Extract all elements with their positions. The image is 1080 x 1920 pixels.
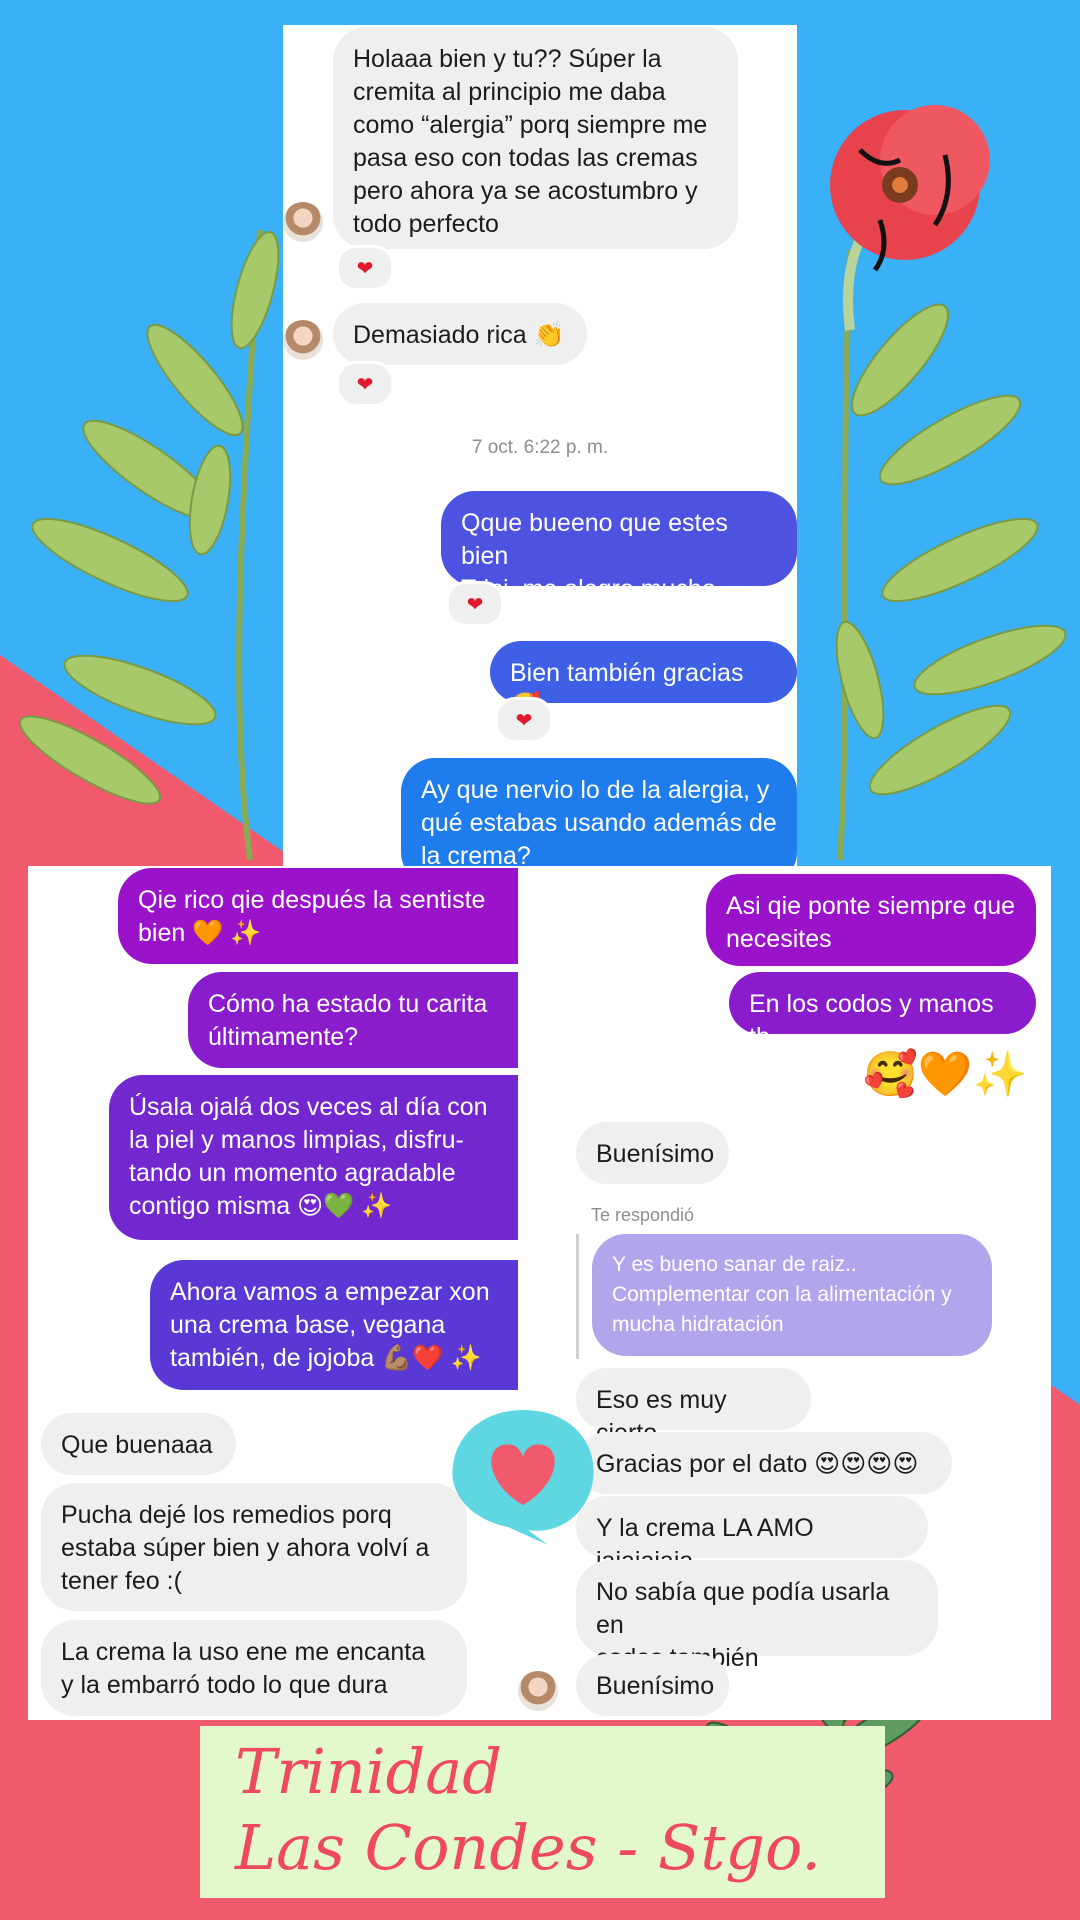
outgoing-message: En los codos y manos tb [729,972,1036,1051]
quoted-reply-message: Y es bueno sanar de raiz.. Complementar … [592,1234,992,1356]
outgoing-message: Ay que nervio lo de la alergia, y qué es… [401,758,797,880]
avatar [518,1671,558,1711]
incoming-message: Gracias por el dato 😍😍😍😍 [576,1432,952,1494]
location-banner: Trinidad Las Condes - Stgo. [200,1726,885,1898]
reply-divider [576,1234,579,1359]
outgoing-message: Asi qie ponte siempre que necesites [706,874,1036,966]
reply-label: Te respondió [591,1205,695,1225]
outgoing-message: Úsala ojalá dos veces al día con la piel… [109,1075,518,1240]
heart-reaction[interactable]: ❤ [495,697,553,743]
avatar [283,202,323,242]
outgoing-message: Cómo ha estado tu carita últimamente? [188,972,518,1068]
heart-reaction[interactable]: ❤ [336,245,394,291]
outgoing-message: Bien también gracias 🥰 [490,641,797,720]
incoming-message: Buenísimo [576,1122,729,1184]
chat-screenshot-bottom: Qie rico qie después la sentiste bien 🧡 … [28,866,1051,1720]
outgoing-message: Qque bueeno que estes bien Trini, me ale… [441,491,797,603]
timestamp: 7 oct. 6:22 p. m. [471,437,609,458]
outgoing-message: Ahora vamos a empezar xon una crema base… [150,1260,518,1390]
incoming-message: Buenísimo [576,1654,729,1716]
incoming-message: Demasiado rica 👏 [333,303,587,365]
heart-reaction[interactable]: ❤ [336,361,394,407]
avatar [283,320,323,360]
heart-chat-sticker [452,1410,594,1545]
incoming-message: No sabía que podía usarla en codos tambi… [576,1560,938,1672]
incoming-message: Pucha dejé los remedios porq estaba súpe… [41,1483,467,1611]
outgoing-message: Qie rico qie después la sentiste bien 🧡 … [118,868,518,964]
chat-screenshot-top: Holaaa bien y tu?? Súper la cremita al p… [283,25,797,880]
banner-text: Trinidad Las Condes - Stgo. [235,1735,821,1884]
incoming-message: Holaaa bien y tu?? Súper la cremita al p… [333,27,738,249]
incoming-message: Y la crema LA AMO jajajajaja [576,1496,928,1575]
incoming-message: La crema la uso ene me encanta y la emba… [41,1620,467,1716]
heart-reaction[interactable]: ❤ [446,581,504,627]
incoming-message: Que buenaaa [41,1413,236,1475]
incoming-message: Eso es muy cierto [576,1368,811,1447]
emoji-reaction-row: 🥰🧡✨ [863,1049,1028,1100]
